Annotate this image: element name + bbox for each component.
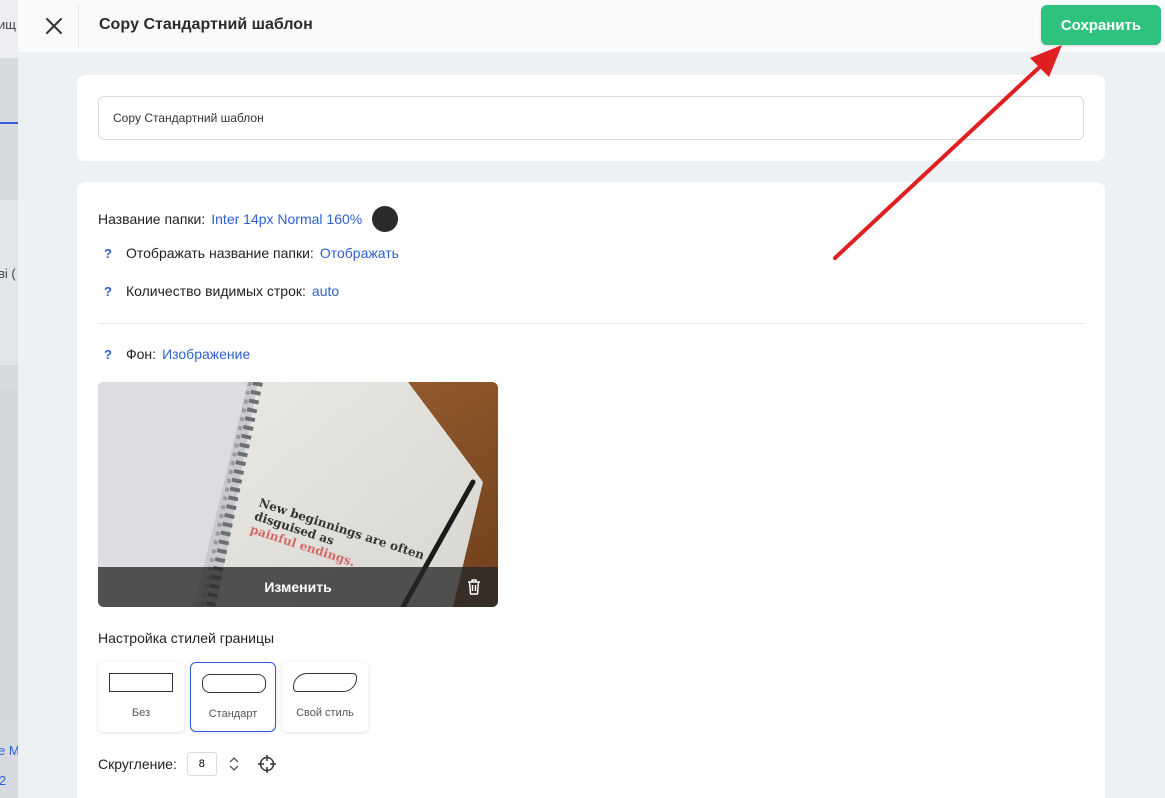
custom-shape-icon	[293, 673, 357, 692]
rounding-row: Скругление:	[98, 752, 277, 776]
template-editor-panel: Copy Стандартний шаблон Сохранить Назван…	[18, 0, 1165, 798]
page-title: Copy Стандартний шаблон	[99, 16, 313, 33]
folder-name-row: Название папки: Inter 14px Normal 160%	[98, 206, 399, 232]
border-style-custom[interactable]: Свой стиль	[282, 662, 368, 732]
apply-all-corners-button[interactable]	[257, 754, 277, 774]
visible-rows-label: Количество видимых строк:	[126, 283, 306, 299]
background-tab-indicator	[0, 122, 18, 124]
folder-name-label: Название папки:	[98, 211, 206, 227]
background-row: ? Фон: Изображение	[98, 346, 250, 362]
chevron-down-icon[interactable]	[229, 765, 239, 771]
divider	[98, 323, 1084, 324]
square-shape-icon	[109, 673, 173, 692]
settings-card: Название папки: Inter 14px Normal 160% ?…	[77, 182, 1105, 798]
border-style-label: Стандарт	[208, 708, 258, 720]
visible-rows-link[interactable]: auto	[312, 283, 339, 299]
border-styles-title: Настройка стилей границы	[98, 630, 275, 646]
background-text: ві (	[0, 266, 16, 281]
rounding-stepper[interactable]	[229, 757, 239, 771]
close-button[interactable]	[38, 10, 70, 42]
trash-icon	[468, 579, 480, 595]
background-label: Фон:	[126, 346, 157, 362]
help-icon[interactable]: ?	[98, 284, 126, 299]
crosshair-icon	[257, 755, 276, 773]
border-style-standard[interactable]: Стандарт	[190, 662, 276, 732]
show-folder-name-label: Отображать название папки:	[126, 245, 314, 261]
close-icon	[46, 18, 62, 34]
background-type-link[interactable]: Изображение	[162, 346, 250, 362]
show-folder-name-link[interactable]: Отображать	[320, 245, 399, 261]
border-style-none[interactable]: Без	[98, 662, 184, 732]
background-image-preview: New beginnings are often disguised as pa…	[98, 382, 498, 607]
rounding-input[interactable]	[186, 752, 217, 776]
background-text: ищ	[0, 17, 16, 32]
visible-rows-row: ? Количество видимых строк: auto	[98, 283, 339, 299]
border-style-label: Свой стиль	[296, 707, 354, 719]
folder-name-style-link[interactable]: Inter 14px Normal 160%	[211, 211, 362, 227]
top-divider	[78, 4, 79, 48]
save-button[interactable]: Сохранить	[1041, 5, 1161, 45]
folder-name-color-swatch[interactable]	[372, 206, 399, 232]
background-strip	[0, 390, 18, 720]
chevron-up-icon[interactable]	[229, 757, 239, 763]
change-image-button[interactable]: Изменить	[98, 567, 498, 607]
help-icon[interactable]: ?	[98, 347, 126, 362]
delete-image-button[interactable]	[464, 577, 484, 597]
border-style-label: Без	[131, 707, 151, 719]
image-action-bar: Изменить	[98, 567, 498, 607]
rounding-label: Скругление:	[98, 756, 177, 772]
background-link: 2	[0, 773, 7, 788]
background-link: е М	[0, 743, 18, 758]
show-folder-name-row: ? Отображать название папки: Отображать	[98, 245, 399, 261]
name-card	[77, 75, 1105, 161]
background-page: ищ ві ( е М 2	[0, 0, 18, 798]
help-icon[interactable]: ?	[98, 246, 126, 261]
rounded-shape-icon	[202, 674, 266, 693]
background-strip	[0, 200, 18, 365]
template-name-input[interactable]	[98, 96, 1084, 140]
top-bar: Copy Стандартний шаблон Сохранить	[18, 0, 1165, 52]
